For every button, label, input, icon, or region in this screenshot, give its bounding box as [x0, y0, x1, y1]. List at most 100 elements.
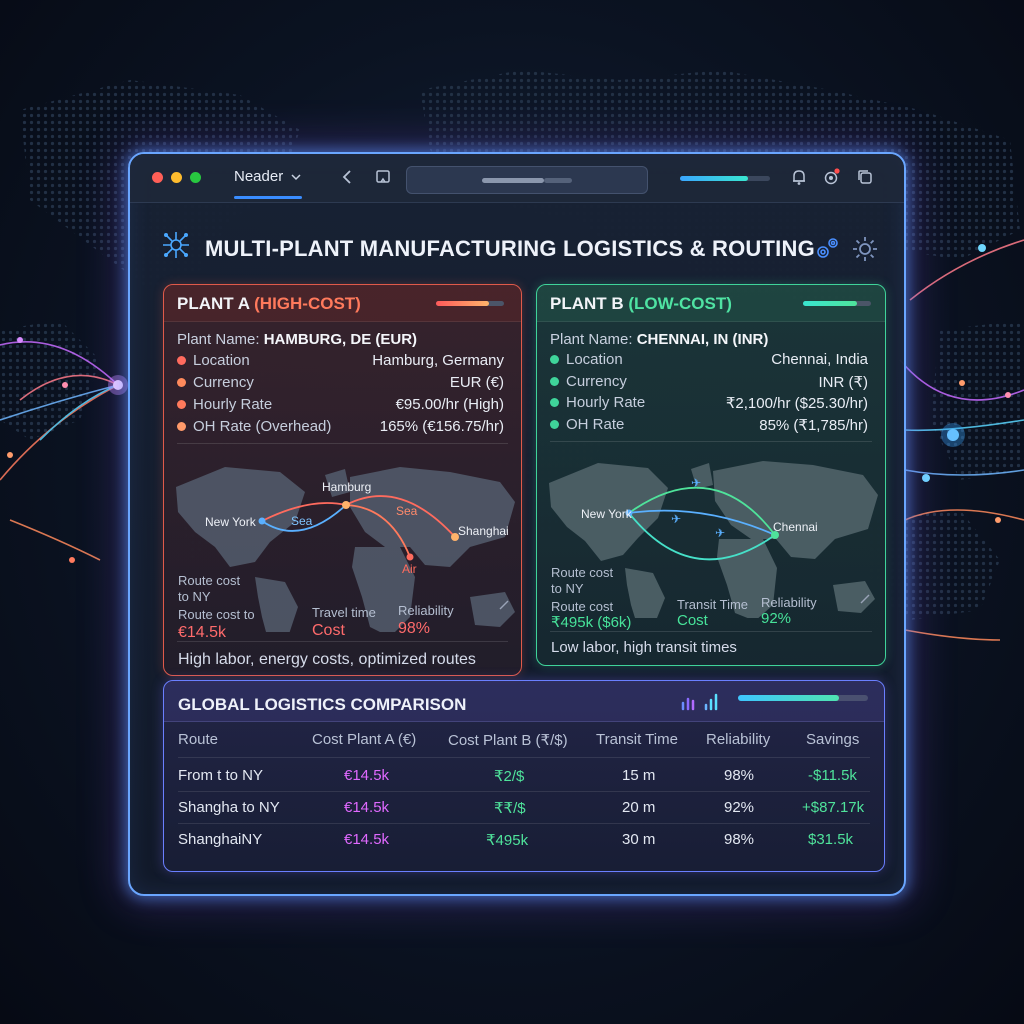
- cell-savings: +$87.17k: [802, 799, 865, 816]
- plant-name-value: CHENNAI, IN (INR): [636, 331, 769, 348]
- reliability-value: 92%: [761, 610, 792, 627]
- map-label-sea-2: Sea: [396, 504, 418, 518]
- column-header-savings[interactable]: Savings: [806, 731, 859, 748]
- plant-a-cost-tag: (HIGH-COST): [254, 294, 361, 313]
- window-titlebar: Neader: [130, 154, 904, 203]
- cell-cost-plant-b: ₹₹/$: [494, 800, 526, 817]
- route-cost-to-label: Route cost to: [178, 607, 255, 622]
- column-header-transit-time[interactable]: Transit Time: [596, 731, 678, 748]
- divider: [550, 441, 872, 442]
- minimize-window-button[interactable]: [171, 172, 182, 183]
- reliability-label: Reliability: [398, 603, 454, 618]
- plant-name-value: HAMBURG, DE (EUR): [263, 331, 418, 348]
- cell-cost-plant-a: €14.5k: [344, 799, 390, 816]
- cell-transit-time: 20 m: [622, 799, 656, 816]
- expand-icon[interactable]: [859, 593, 871, 605]
- network-icon: [163, 232, 189, 258]
- page-title: MULTI-PLANT MANUFACTURING LOGISTICS & RO…: [205, 236, 815, 261]
- travel-time-value: Cost: [312, 622, 345, 639]
- back-arrow-icon[interactable]: [337, 166, 359, 188]
- cell-reliability: 98%: [724, 831, 755, 848]
- map-label-new-york: New York: [581, 507, 633, 521]
- cell-cost-plant-b: ₹2/$: [494, 768, 525, 785]
- address-bar[interactable]: [406, 166, 648, 194]
- cell-reliability: 92%: [724, 799, 755, 816]
- row-value: Hamburg, Germany: [372, 352, 504, 369]
- plant-a-hourly-rate-row: Hourly Rate €95.00/hr (High): [177, 396, 504, 416]
- travel-time-label: Travel time: [312, 605, 376, 620]
- transit-time-value: Cost: [677, 612, 708, 629]
- plant-b-header: PLANT B (LOW-COST): [537, 285, 885, 322]
- cell-transit-time: 15 m: [622, 767, 656, 784]
- airplane-icon-3: ✈: [715, 526, 725, 540]
- plant-a-oh-rate-row: OH Rate (Overhead) 165% (€156.75/hr): [177, 418, 504, 438]
- loading-progress-bar: [680, 176, 770, 181]
- row-label: OH Rate: [566, 416, 625, 433]
- map-label-new-york: New York: [205, 515, 257, 529]
- cell-savings: $31.5k: [808, 831, 854, 848]
- divider: [550, 631, 872, 632]
- logistics-comparison-panel: GLOBAL LOGISTICS COMPARISON Route Cost P…: [163, 680, 885, 872]
- divider: [177, 443, 508, 444]
- plant-b-panel: PLANT B (LOW-COST) Plant Name: CHENNAI, …: [536, 284, 886, 666]
- cell-savings: -$11.5k: [808, 767, 857, 784]
- divider: [178, 791, 870, 792]
- map-label-sea-1: Sea: [291, 514, 313, 528]
- route-cost-value: €14.5k: [178, 624, 227, 641]
- divider: [178, 757, 870, 758]
- cell-cost-plant-a: €14.5k: [344, 767, 390, 784]
- plant-b-name: Plant Name: CHENNAI, IN (INR): [550, 331, 768, 348]
- route-cost-value: ₹495k ($6k): [551, 614, 632, 631]
- airplane-icon-2: ✈: [671, 512, 681, 526]
- plant-b-hourly-rate-row: Hourly Rate ₹2,100/hr ($25.30/hr): [550, 394, 868, 414]
- bell-icon[interactable]: [788, 166, 810, 188]
- extension-icon[interactable]: [820, 166, 842, 188]
- comparison-progress-fill: [738, 695, 840, 701]
- currency-icon: [177, 377, 186, 387]
- row-value: 85% (₹1,785/hr): [759, 417, 868, 434]
- plant-b-location-row: Location Chennai, India: [550, 351, 868, 371]
- cell-route: From t to NY: [178, 767, 264, 784]
- clock-icon: [177, 399, 186, 409]
- settings-gear-icon[interactable]: [850, 234, 880, 264]
- row-label: Location: [566, 351, 623, 368]
- row-value: ₹2,100/hr ($25.30/hr): [725, 395, 868, 412]
- tab-active[interactable]: Neader: [234, 168, 301, 185]
- column-header-route[interactable]: Route: [178, 731, 218, 748]
- column-header-cost-plant-a[interactable]: Cost Plant A (€): [312, 731, 416, 748]
- maximize-window-button[interactable]: [190, 172, 201, 183]
- cell-reliability: 98%: [724, 767, 755, 784]
- map-label-air: Air: [402, 562, 417, 576]
- plant-a-title: PLANT A (HIGH-COST): [177, 294, 361, 314]
- gears-icon[interactable]: [812, 234, 842, 264]
- plant-b-oh-rate-row: OH Rate 85% (₹1,785/hr): [550, 416, 868, 436]
- tab-active-indicator: [234, 196, 302, 199]
- route-cost-label: Route cost: [551, 599, 614, 614]
- reliability-label: Reliability: [761, 595, 817, 610]
- row-value: EUR (€): [449, 374, 504, 391]
- tab-label: Neader: [234, 168, 284, 185]
- plant-name-label: Plant Name:: [550, 331, 633, 348]
- cell-transit-time: 30 m: [622, 831, 656, 848]
- row-value: €95.00/hr (High): [395, 396, 504, 413]
- cell-route: Shangha to NY: [178, 799, 280, 816]
- address-placeholder-bar-secondary: [544, 178, 572, 183]
- plant-b-cost-tag: (LOW-COST): [628, 294, 732, 313]
- map-label-shanghai: Shanghai: [458, 524, 509, 538]
- expand-icon[interactable]: [498, 599, 510, 611]
- location-pin-icon: [550, 354, 559, 364]
- bookmark-icon[interactable]: [372, 166, 394, 188]
- cell-cost-plant-a: €14.5k: [344, 831, 390, 848]
- copy-window-icon[interactable]: [854, 166, 876, 188]
- currency-icon: [550, 376, 559, 386]
- plant-a-location-row: Location Hamburg, Germany: [177, 352, 504, 372]
- pie-icon: [177, 421, 186, 431]
- reliability-value: 98%: [398, 620, 431, 637]
- close-window-button[interactable]: [152, 172, 163, 183]
- column-header-reliability[interactable]: Reliability: [706, 731, 770, 748]
- bar-chart-icon[interactable]: [680, 691, 730, 711]
- route-cost-ny-label: Route cost to NY: [551, 565, 614, 596]
- row-label: Hourly Rate: [566, 394, 646, 411]
- column-header-cost-plant-b[interactable]: Cost Plant B (₹/$): [448, 731, 568, 749]
- plant-a-summary: High labor, energy costs, optimized rout…: [178, 651, 476, 668]
